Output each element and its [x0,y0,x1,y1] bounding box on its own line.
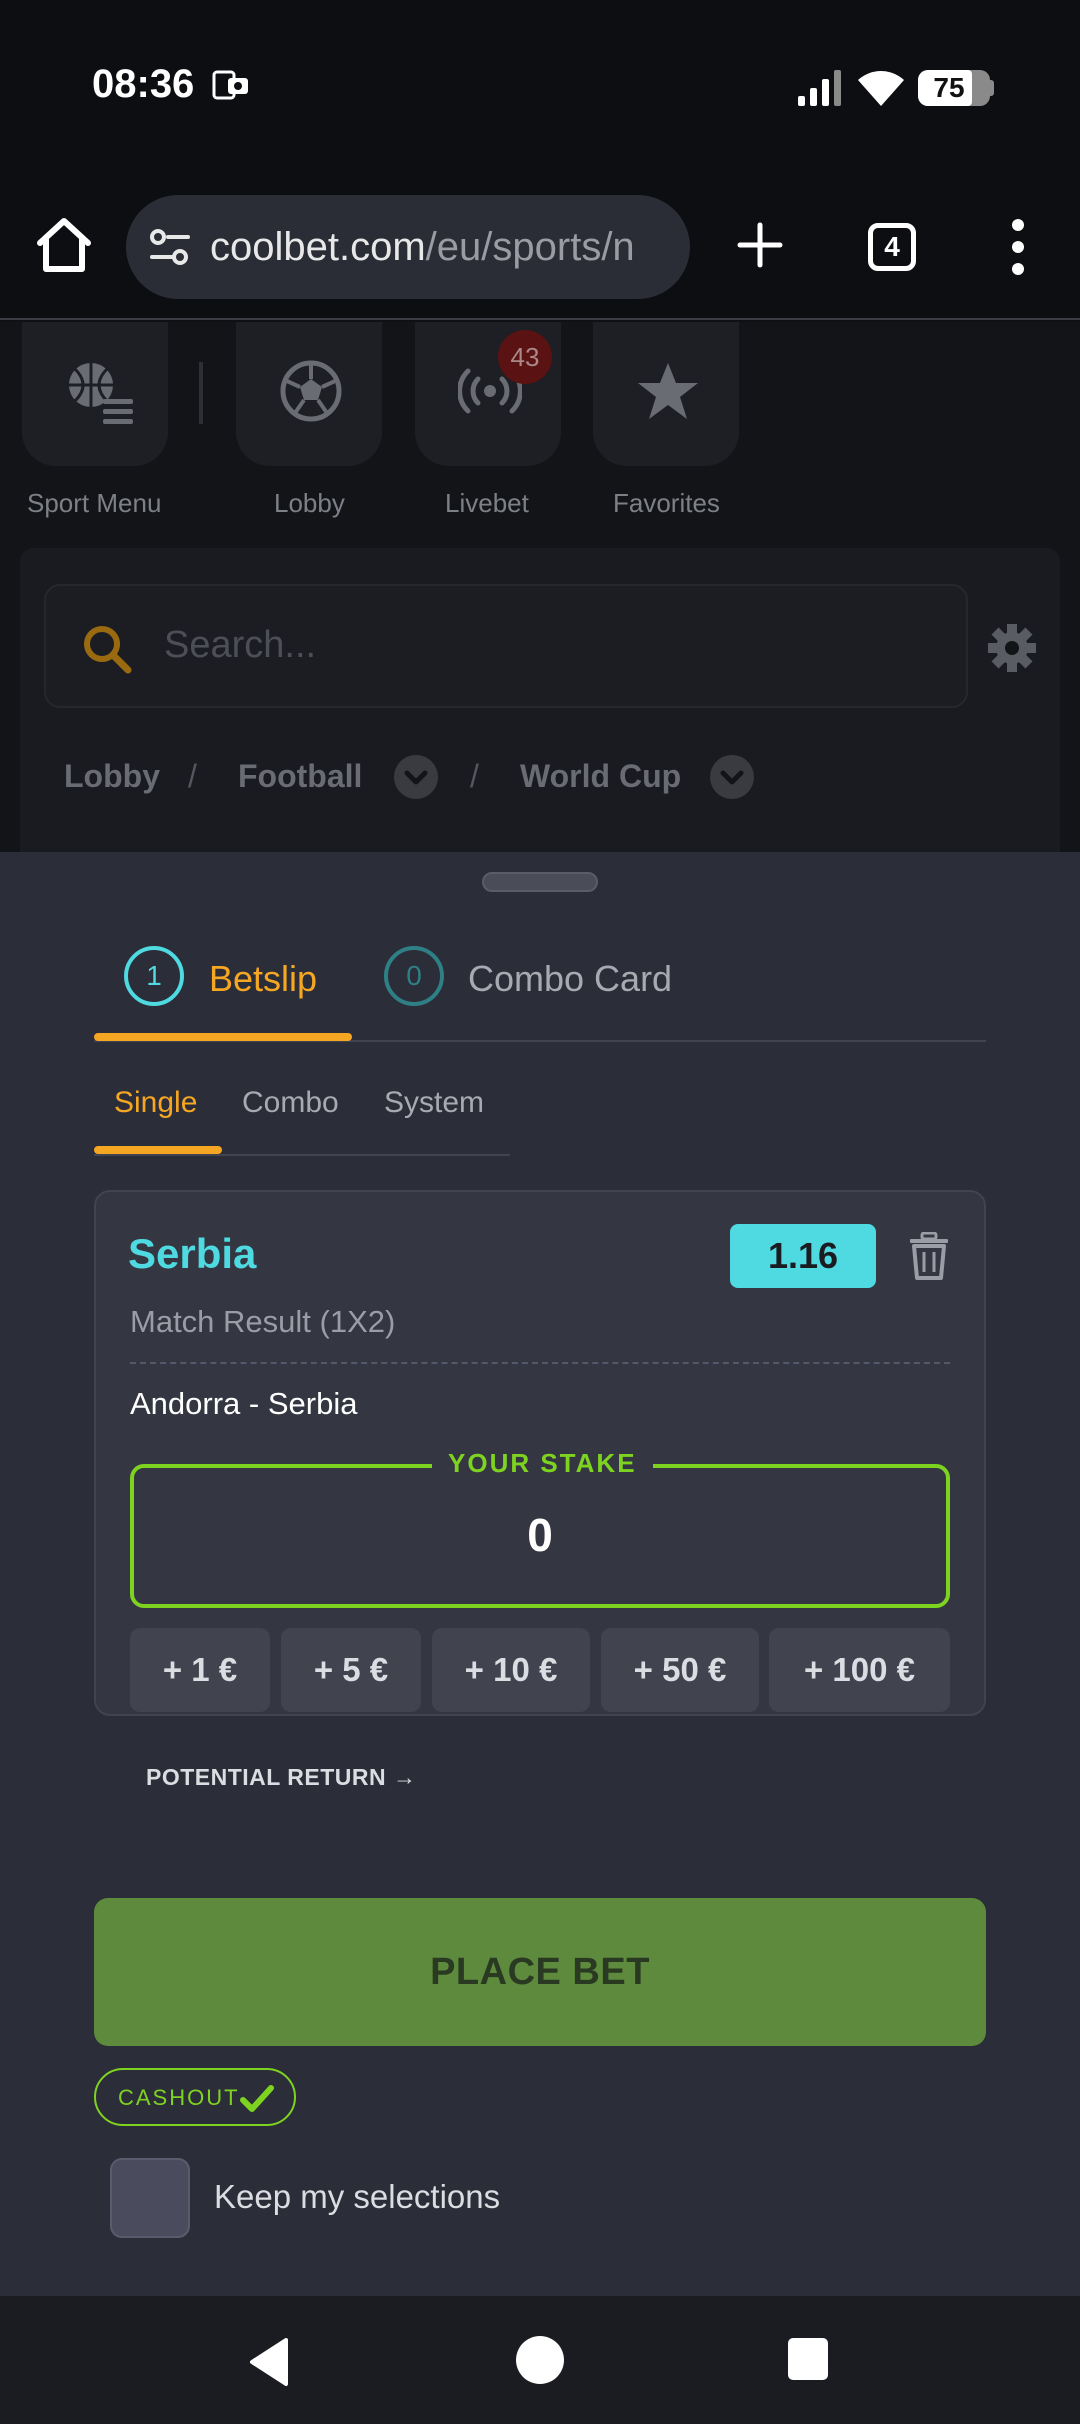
browser-toolbar: coolbet.com/eu/sports/n 4 [0,175,1080,320]
chevron-down-icon[interactable] [710,755,754,799]
wifi-icon [858,71,904,106]
plus-icon[interactable] [736,219,784,271]
event-name: Andorra - Serbia [130,1386,358,1421]
stake-value[interactable]: 0 [130,1508,950,1562]
quick-stake-1[interactable]: + 1 € [130,1628,270,1712]
breadcrumb-world-cup[interactable]: World Cup [520,758,681,795]
search-icon [84,626,132,674]
active-tab-indicator [94,1033,352,1041]
battery-level: 75 [933,72,965,103]
combo-card-count-badge: 0 [384,946,444,1006]
back-icon[interactable] [246,2336,292,2388]
active-subtab-indicator [94,1146,222,1154]
sheet-drag-handle[interactable] [482,872,598,892]
subtab-single[interactable]: Single [114,1086,197,1120]
battery-icon: 75 [918,70,990,106]
status-time: 08:36 [92,62,195,106]
search-placeholder: Search... [164,624,317,666]
site-settings-icon[interactable] [148,225,192,269]
url-path: /eu/sports/n [425,225,635,269]
keep-selections-checkbox[interactable] [110,2158,190,2238]
potential-return-label[interactable]: POTENTIAL RETURN → [146,1764,417,1791]
cashout-badge: CASHOUT [94,2068,296,2126]
football-icon [280,360,342,422]
quick-stake-100[interactable]: + 100 € [769,1628,950,1712]
betslip-sheet: 1 Betslip 0 Combo Card Single Combo Syst… [0,852,1080,2296]
selection-name: Serbia [128,1230,257,1277]
home-nav-button[interactable] [516,2336,564,2384]
recents-button[interactable] [788,2338,828,2380]
breadcrumb-separator: / [470,758,479,794]
quick-nav-favorites[interactable] [593,322,739,466]
home-icon[interactable] [32,213,96,277]
quick-nav-label-sport-menu: Sport Menu [27,488,162,518]
place-bet-button[interactable]: PLACE BET [94,1898,986,2046]
quick-nav-sport-menu[interactable] [22,322,168,466]
star-icon [638,363,698,419]
subtab-divider [94,1154,510,1156]
tab-betslip[interactable]: Betslip [209,958,317,1000]
signal-icon [798,70,841,106]
breadcrumb-lobby[interactable]: Lobby [64,758,160,795]
status-bar: 08:36 75 [0,0,1080,175]
odds-badge: 1.16 [730,1224,876,1288]
notification-icon [212,70,248,100]
breadcrumb-separator: / [188,758,197,794]
quick-nav-lobby[interactable] [236,322,382,466]
subtab-system[interactable]: System [384,1086,484,1120]
stake-label: YOUR STAKE [432,1448,653,1479]
quick-stake-50[interactable]: + 50 € [601,1628,759,1712]
quick-nav-label-favorites: Favorites [613,488,720,518]
tab-combo-card[interactable]: Combo Card [468,958,672,1000]
gear-icon[interactable] [986,622,1038,674]
divider [199,362,203,424]
battery-tip [988,80,994,96]
subtab-combo[interactable]: Combo [242,1086,339,1120]
chevron-down-icon[interactable] [394,755,438,799]
menu-dots-icon[interactable] [1000,217,1036,277]
address-bar[interactable]: coolbet.com/eu/sports/n [126,195,690,299]
cashout-label: CASHOUT [118,2085,240,2110]
quick-stake-5[interactable]: + 5 € [281,1628,421,1712]
betslip-count-badge: 1 [124,946,184,1006]
url-text[interactable]: coolbet.com/eu/sports/n [210,225,635,270]
sport-menu-icon [69,363,133,424]
quick-stake-10[interactable]: + 10 € [432,1628,590,1712]
livebet-count-badge: 43 [498,330,552,384]
market-name: Match Result (1X2) [130,1304,396,1339]
keep-selections-label[interactable]: Keep my selections [214,2178,500,2216]
tab-switcher-button[interactable]: 4 [868,223,916,271]
quick-nav-label-lobby: Lobby [274,488,345,518]
system-nav-bar [0,2296,1080,2424]
quick-nav-label-livebet: Livebet [445,488,529,518]
url-host: coolbet.com [210,225,426,269]
trash-icon[interactable] [908,1232,950,1280]
divider [130,1362,950,1364]
breadcrumb-football[interactable]: Football [238,758,362,795]
check-icon [240,2085,274,2112]
